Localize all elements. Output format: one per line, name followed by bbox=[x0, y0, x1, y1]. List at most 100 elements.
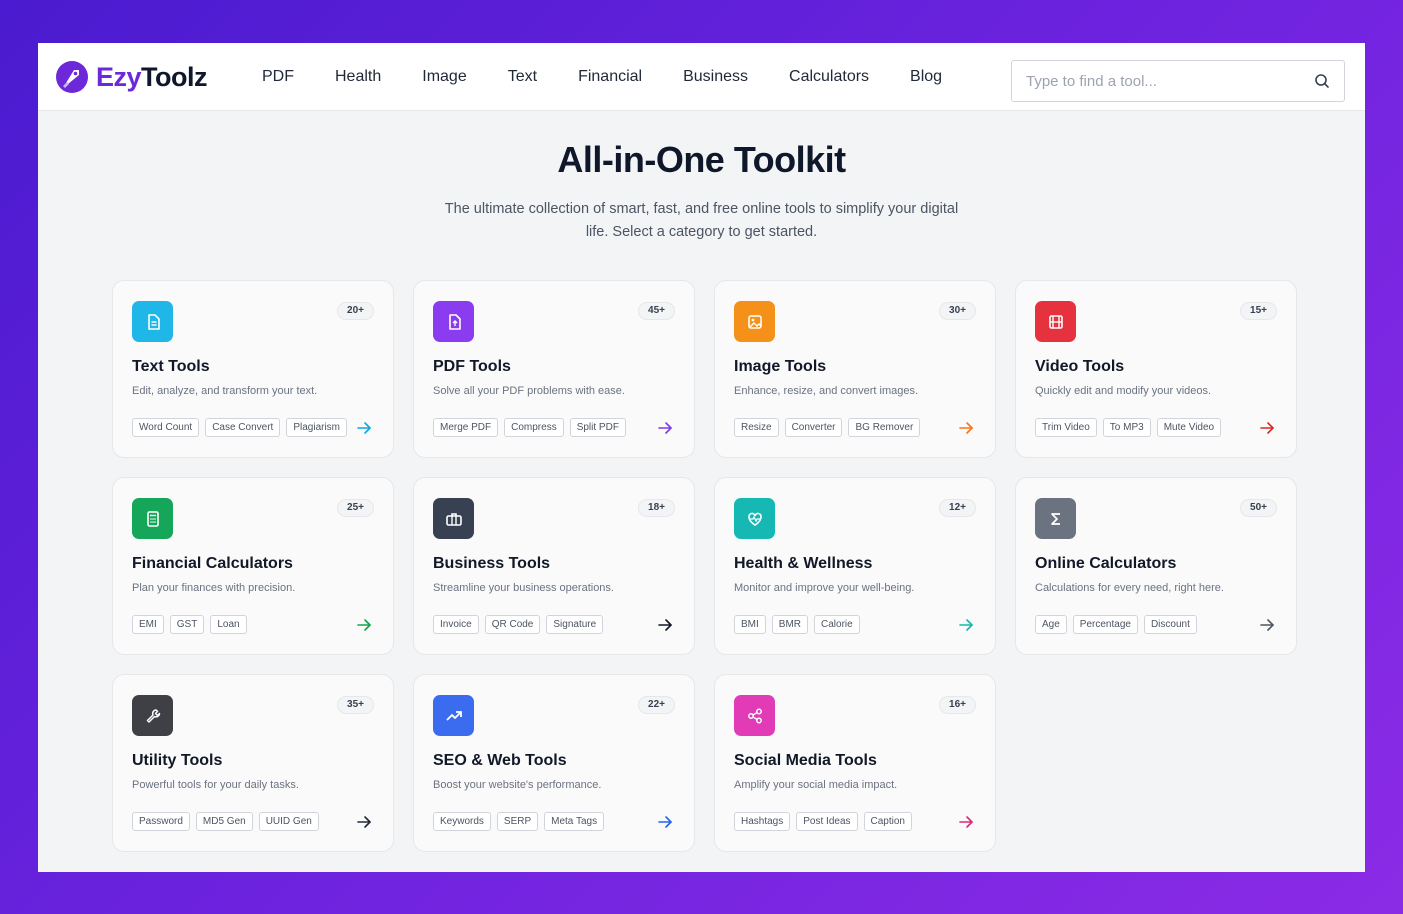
tool-tag-loan[interactable]: Loan bbox=[210, 615, 247, 634]
tool-tag-password[interactable]: Password bbox=[132, 812, 190, 831]
category-card-text-tools[interactable]: 20+ Text Tools Edit, analyze, and transfor… bbox=[112, 280, 394, 458]
tool-tag-trim-video[interactable]: Trim Video bbox=[1035, 418, 1097, 437]
arrow-right-icon[interactable] bbox=[1259, 420, 1275, 436]
tool-tag-gst[interactable]: GST bbox=[169, 615, 205, 634]
arrow-right-icon[interactable] bbox=[657, 814, 673, 830]
card-description: Powerful tools for your daily tasks. bbox=[132, 779, 299, 791]
share-icon bbox=[734, 695, 775, 736]
tool-tag-qr-code[interactable]: QR Code bbox=[484, 615, 541, 634]
card-title: Online Calculators bbox=[1035, 555, 1177, 572]
tool-count-badge: 15+ bbox=[1240, 302, 1277, 320]
card-description: Boost your website's performance. bbox=[433, 779, 602, 791]
card-tags: Age Percentage Discount bbox=[1035, 615, 1203, 634]
top-navbar: EzyToolz PDF Health Image Text Financial… bbox=[38, 43, 1365, 111]
arrow-right-icon[interactable] bbox=[356, 617, 372, 633]
arrow-right-icon[interactable] bbox=[958, 814, 974, 830]
nav-item-business[interactable]: Business bbox=[683, 68, 748, 86]
tool-count-badge: 50+ bbox=[1240, 499, 1277, 517]
rocket-logo-icon bbox=[56, 61, 88, 93]
tool-tag-merge-pdf[interactable]: Merge PDF bbox=[433, 418, 499, 437]
tool-tag-uuid-gen[interactable]: UUID Gen bbox=[258, 812, 319, 831]
card-tags: Word Count Case Convert Plagiarism bbox=[132, 418, 353, 437]
card-description: Amplify your social media impact. bbox=[734, 779, 898, 791]
search-input[interactable] bbox=[1026, 72, 1314, 90]
tool-tag-word-count[interactable]: Word Count bbox=[132, 418, 200, 437]
search-icon[interactable] bbox=[1314, 73, 1330, 89]
tool-count-badge: 20+ bbox=[337, 302, 374, 320]
document-icon bbox=[132, 301, 173, 342]
category-card-social-media-tools[interactable]: 16+ Social Media Tools Amplify your social… bbox=[714, 674, 996, 852]
brand-name-part2: Toolz bbox=[141, 61, 208, 92]
card-description: Edit, analyze, and transform your text. bbox=[132, 385, 318, 397]
tool-tag-converter[interactable]: Converter bbox=[784, 418, 843, 437]
nav-item-image[interactable]: Image bbox=[422, 68, 466, 86]
wrench-icon bbox=[132, 695, 173, 736]
arrow-right-icon[interactable] bbox=[958, 420, 974, 436]
tool-tag-to-mp3[interactable]: To MP3 bbox=[1102, 418, 1151, 437]
arrow-right-icon[interactable] bbox=[657, 420, 673, 436]
tool-tag-compress[interactable]: Compress bbox=[504, 418, 564, 437]
category-card-business-tools[interactable]: 18+ Business Tools Streamline your busines… bbox=[413, 477, 695, 655]
card-tags: Invoice QR Code Signature bbox=[433, 615, 609, 634]
category-card-financial-calculators[interactable]: 25+ Financial Calculators Plan your financ… bbox=[112, 477, 394, 655]
tool-tag-meta-tags[interactable]: Meta Tags bbox=[544, 812, 605, 831]
tool-tag-signature[interactable]: Signature bbox=[546, 615, 604, 634]
tool-tag-split-pdf[interactable]: Split PDF bbox=[569, 418, 626, 437]
card-tags: EMI GST Loan bbox=[132, 615, 253, 634]
sigma-icon bbox=[1035, 498, 1076, 539]
nav-item-health[interactable]: Health bbox=[335, 68, 381, 86]
arrow-right-icon[interactable] bbox=[1259, 617, 1275, 633]
logo[interactable]: EzyToolz bbox=[54, 59, 208, 95]
calculator-icon bbox=[132, 498, 173, 539]
card-title: Utility Tools bbox=[132, 752, 223, 769]
card-title: SEO & Web Tools bbox=[433, 752, 567, 769]
tool-tag-post-ideas[interactable]: Post Ideas bbox=[796, 812, 858, 831]
card-title: Text Tools bbox=[132, 358, 210, 375]
tool-count-badge: 22+ bbox=[638, 696, 675, 714]
tool-tag-age[interactable]: Age bbox=[1035, 615, 1067, 634]
search-box bbox=[1011, 60, 1345, 102]
category-card-pdf-tools[interactable]: 45+ PDF Tools Solve all your PDF problems … bbox=[413, 280, 695, 458]
tool-tag-serp[interactable]: SERP bbox=[496, 812, 539, 831]
tool-tag-discount[interactable]: Discount bbox=[1143, 615, 1197, 634]
page-title: All-in-One Toolkit bbox=[557, 139, 846, 180]
card-tags: Password MD5 Gen UUID Gen bbox=[132, 812, 325, 831]
arrow-right-icon[interactable] bbox=[657, 617, 673, 633]
card-title: Financial Calculators bbox=[132, 555, 293, 572]
tool-tag-plagiarism[interactable]: Plagiarism bbox=[286, 418, 348, 437]
nav-item-text[interactable]: Text bbox=[508, 68, 537, 86]
tool-tag-bg-remover[interactable]: BG Remover bbox=[848, 418, 921, 437]
tool-tag-caption[interactable]: Caption bbox=[863, 812, 912, 831]
tool-tag-mute-video[interactable]: Mute Video bbox=[1156, 418, 1222, 437]
tool-tag-case-convert[interactable]: Case Convert bbox=[205, 418, 281, 437]
tool-tag-percentage[interactable]: Percentage bbox=[1072, 615, 1138, 634]
arrow-right-icon[interactable] bbox=[356, 814, 372, 830]
image-icon bbox=[734, 301, 775, 342]
category-card-utility-tools[interactable]: 35+ Utility Tools Powerful tools for your … bbox=[112, 674, 394, 852]
tool-tag-calorie[interactable]: Calorie bbox=[814, 615, 860, 634]
tool-tag-emi[interactable]: EMI bbox=[132, 615, 164, 634]
category-card-seo-and-web-tools[interactable]: 22+ SEO & Web Tools Boost your website's p… bbox=[413, 674, 695, 852]
arrow-right-icon[interactable] bbox=[356, 420, 372, 436]
tool-tag-md5-gen[interactable]: MD5 Gen bbox=[195, 812, 253, 831]
card-tags: Merge PDF Compress Split PDF bbox=[433, 418, 632, 437]
tool-tag-bmr[interactable]: BMR bbox=[771, 615, 809, 634]
nav-item-calculators[interactable]: Calculators bbox=[789, 68, 869, 86]
card-description: Quickly edit and modify your videos. bbox=[1035, 385, 1212, 397]
tool-tag-bmi[interactable]: BMI bbox=[734, 615, 766, 634]
card-description: Solve all your PDF problems with ease. bbox=[433, 385, 625, 397]
briefcase-icon bbox=[433, 498, 474, 539]
category-card-video-tools[interactable]: 15+ Video Tools Quickly edit and modify yo… bbox=[1015, 280, 1297, 458]
nav-item-pdf[interactable]: PDF bbox=[262, 68, 294, 86]
tool-count-badge: 35+ bbox=[337, 696, 374, 714]
tool-tag-hashtags[interactable]: Hashtags bbox=[734, 812, 791, 831]
tool-tag-invoice[interactable]: Invoice bbox=[433, 615, 479, 634]
category-card-online-calculators[interactable]: 50+ Online Calculators Calculations for ev… bbox=[1015, 477, 1297, 655]
category-card-health-and-wellness[interactable]: 12+ Health & Wellness Monitor and improve … bbox=[714, 477, 996, 655]
tool-tag-keywords[interactable]: Keywords bbox=[433, 812, 491, 831]
tool-tag-resize[interactable]: Resize bbox=[734, 418, 779, 437]
category-card-image-tools[interactable]: 30+ Image Tools Enhance, resize, and conve… bbox=[714, 280, 996, 458]
nav-item-financial[interactable]: Financial bbox=[578, 68, 642, 86]
arrow-right-icon[interactable] bbox=[958, 617, 974, 633]
nav-item-blog[interactable]: Blog bbox=[910, 68, 942, 86]
